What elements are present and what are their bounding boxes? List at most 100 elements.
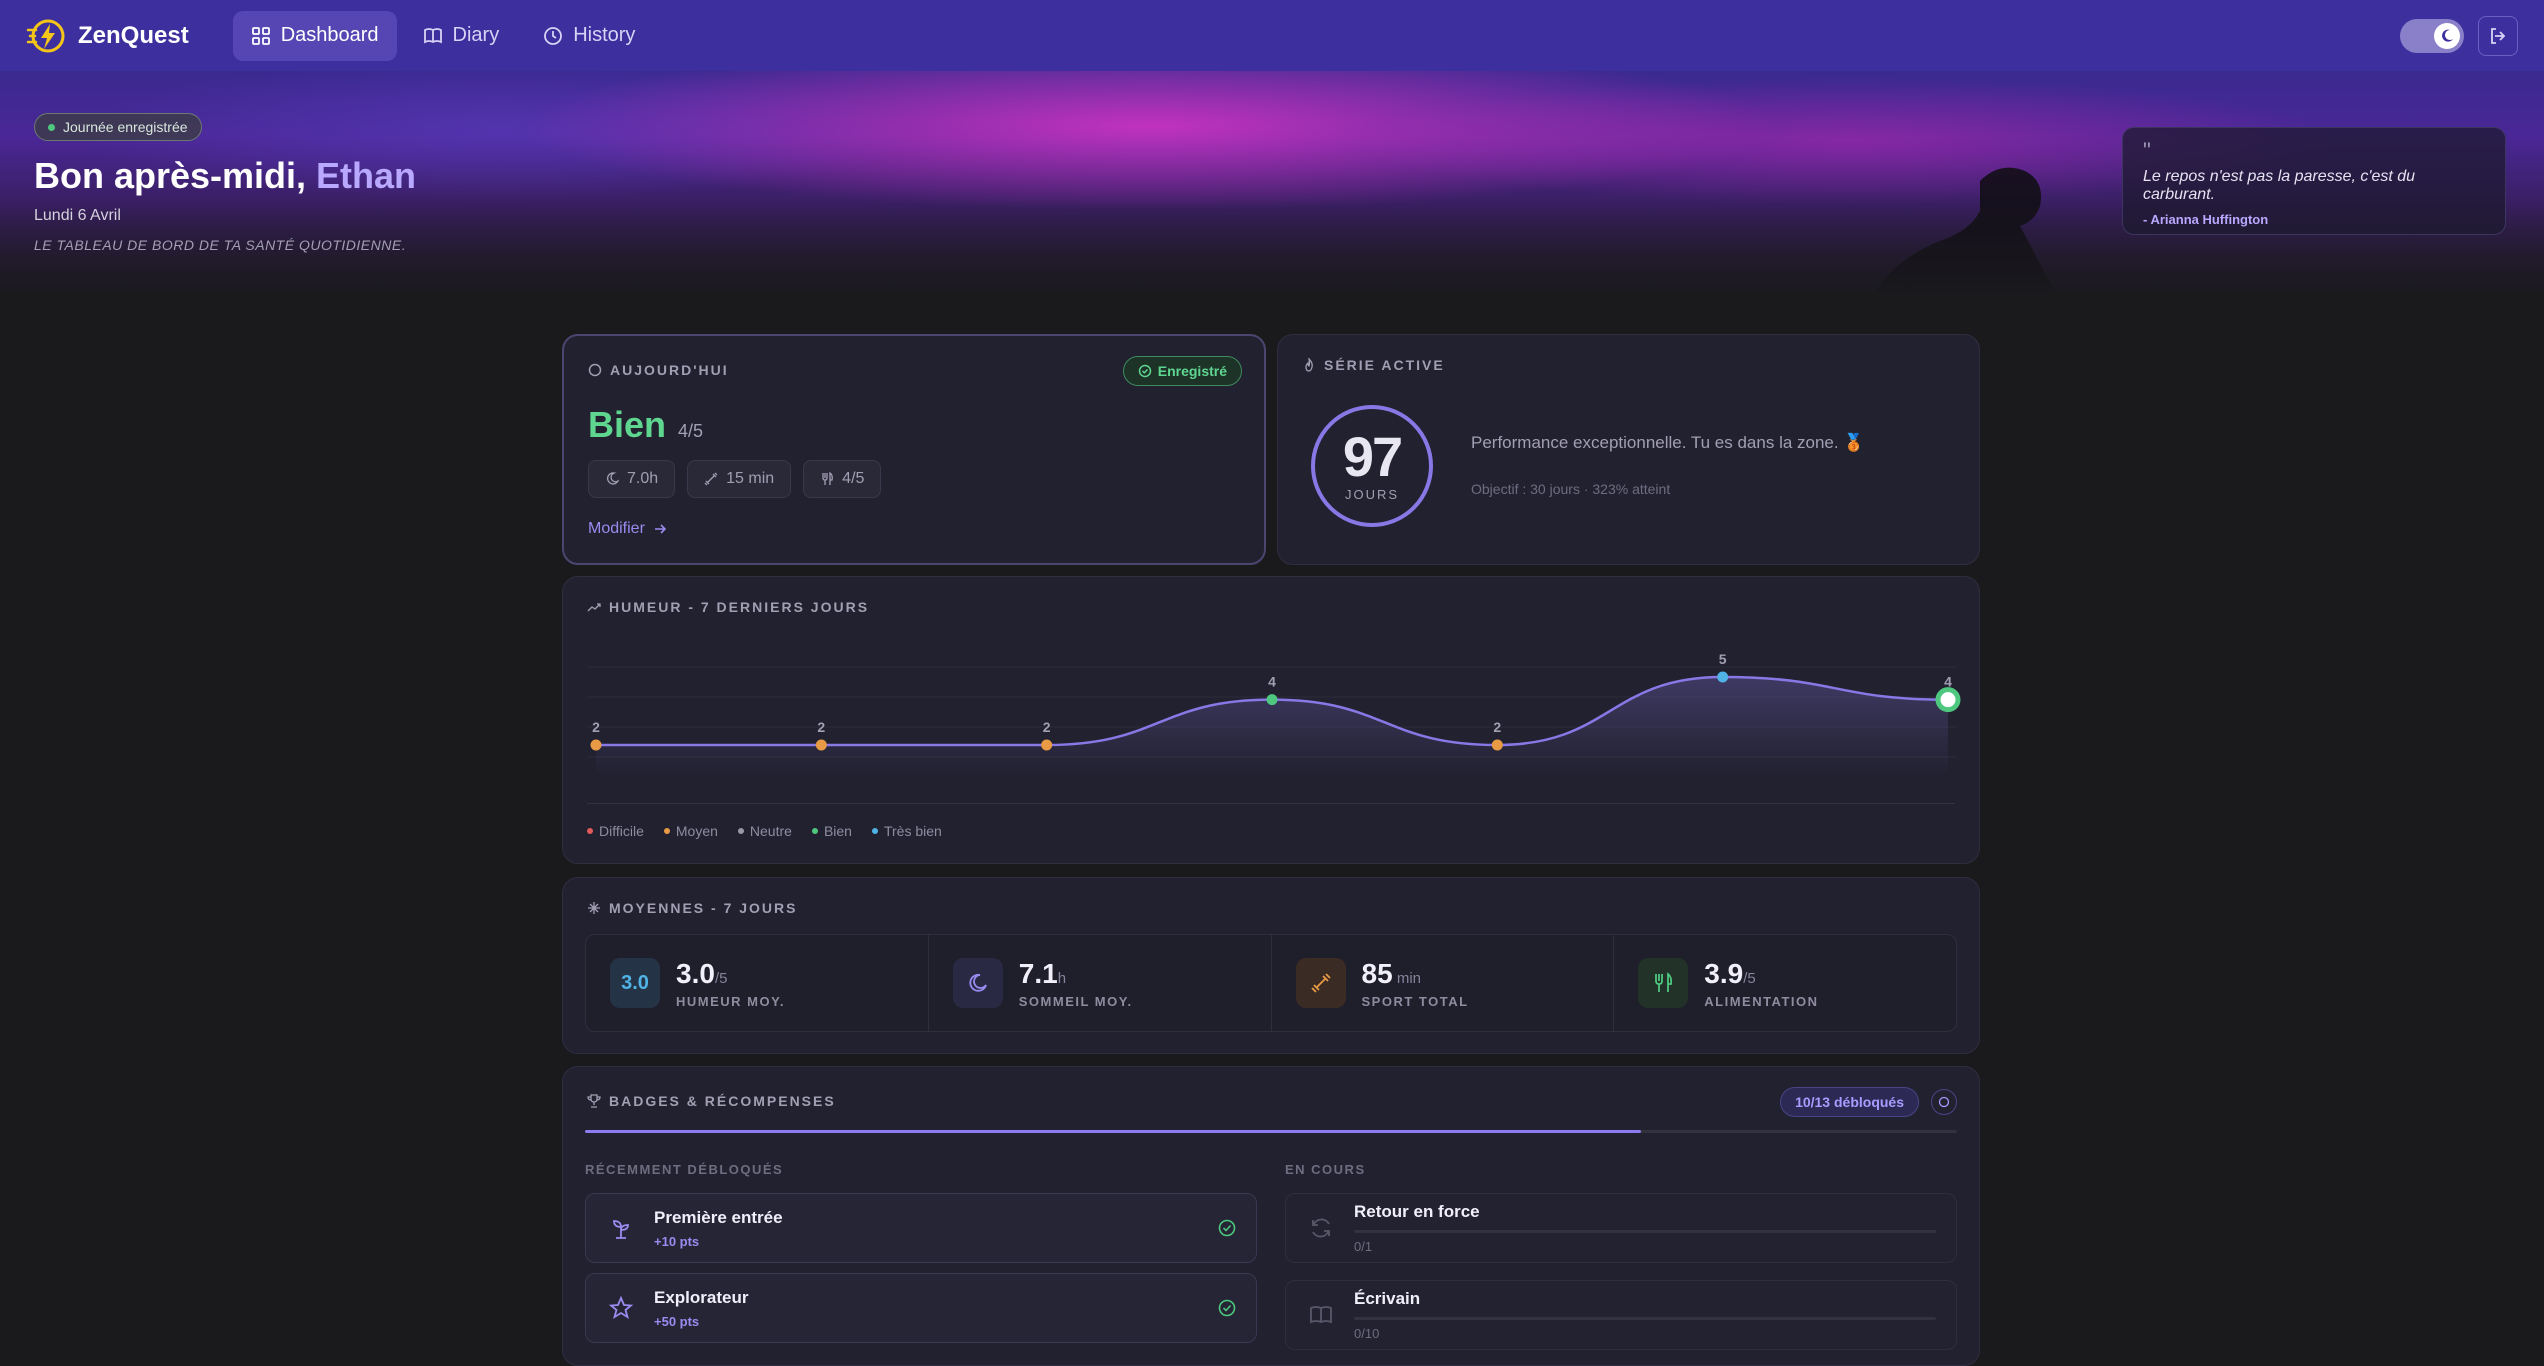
theme-toggle[interactable] xyxy=(2400,18,2464,53)
badges-card: BADGES & RÉCOMPENSES 10/13 débloqués RÉC… xyxy=(562,1066,1980,1366)
streak-days: 97 xyxy=(1342,424,1403,488)
streak-title: SÉRIE ACTIVE xyxy=(1302,357,1445,373)
badge-points: +50 pts xyxy=(654,1313,700,1329)
mood-point[interactable] xyxy=(1491,739,1503,751)
legend-dot xyxy=(587,828,593,834)
logout-icon xyxy=(2491,27,2506,44)
today-title-text: AUJOURD'HUI xyxy=(610,362,729,378)
legend-label: Neutre xyxy=(749,823,792,839)
brand-name: ZenQuest xyxy=(78,21,189,49)
sleep-value: 7.0h xyxy=(627,470,659,487)
mood-chart-card: HUMEUR - 7 DERNIERS JOURS 2Mar2Mer2Jeu4V… xyxy=(562,576,1980,864)
mood-icon: 3.0 xyxy=(610,958,660,1008)
mood-value-label: 4 xyxy=(1944,674,1952,690)
nav-history[interactable]: History xyxy=(525,11,653,61)
badge-name: Explorateur xyxy=(654,1287,749,1307)
avg-food: 3.9/5 ALIMENTATION xyxy=(1614,935,1956,1031)
legend-dot xyxy=(871,828,878,834)
clock-icon xyxy=(544,26,563,45)
mood-value-label: 2 xyxy=(817,719,825,735)
nav-diary[interactable]: Diary xyxy=(405,11,518,61)
user-name: Ethan xyxy=(316,155,417,196)
mood-point[interactable] xyxy=(1717,671,1729,683)
mood-label: Bien xyxy=(588,404,667,445)
greeting-text: Bon après-midi, xyxy=(34,155,317,196)
pill-label: Journée enregistrée xyxy=(63,119,188,135)
nav-dashboard-label: Dashboard xyxy=(280,24,379,46)
refresh-icon xyxy=(1306,1213,1336,1243)
mood-point[interactable] xyxy=(815,739,827,751)
averages-title-text: MOYENNES - 7 JOURS xyxy=(609,900,798,916)
streak-goal: Objectif : 30 jours · 323% atteint xyxy=(1471,481,1671,497)
avg-sport-label: SPORT TOTAL xyxy=(1361,993,1469,1009)
check-circle-icon xyxy=(1138,364,1151,378)
arrow-right-icon xyxy=(654,524,667,534)
sparkle-icon xyxy=(588,902,600,914)
mood-point[interactable] xyxy=(590,739,602,751)
avg-sport-value: 85 xyxy=(1361,957,1393,989)
modify-link[interactable]: Modifier xyxy=(588,520,667,538)
legend-label: Bien xyxy=(823,823,852,839)
nav-dashboard[interactable]: Dashboard xyxy=(232,10,397,61)
badge-progress-value: 0/1 xyxy=(1354,1239,1373,1254)
legend-item: Très bien xyxy=(871,823,942,839)
averages-card: MOYENNES - 7 JOURS 3.0 3.0/5 HUMEUR MOY.… xyxy=(562,877,1980,1054)
avg-food-unit: /5 xyxy=(1743,969,1756,987)
mood-score: 4/5 xyxy=(678,421,704,441)
trophy-icon xyxy=(587,1094,601,1108)
check-circle-icon xyxy=(1218,1219,1236,1237)
status-dot xyxy=(48,123,55,131)
avg-sleep-unit: h xyxy=(1057,969,1067,987)
badge-comeback[interactable]: Retour en force 0/1 xyxy=(1285,1193,1957,1263)
dumbbell-icon xyxy=(1295,958,1346,1008)
top-nav: ZenQuest Dashboard Diary History xyxy=(0,0,2544,71)
streak-message: Performance exceptionnelle. Tu es dans l… xyxy=(1471,433,1865,452)
saved-badge-label: Enregistré xyxy=(1157,363,1227,379)
trend-icon xyxy=(587,603,601,612)
mood-point[interactable] xyxy=(1935,687,1961,713)
badges-help-button[interactable] xyxy=(1931,1089,1957,1115)
avg-sport-unit: min xyxy=(1392,969,1421,987)
logout-button[interactable] xyxy=(2478,15,2518,56)
sport-chip: 15 min xyxy=(687,460,792,498)
nav-history-label: History xyxy=(573,24,636,46)
mood-point[interactable] xyxy=(1041,739,1053,751)
mood-value-label: 4 xyxy=(1268,674,1276,690)
badge-progress-value: 0/10 xyxy=(1354,1326,1380,1341)
info-icon xyxy=(1938,1096,1950,1108)
badge-first-entry[interactable]: Première entrée +10 pts xyxy=(585,1193,1257,1263)
flame-icon xyxy=(1305,358,1313,372)
badge-writer[interactable]: Écrivain 0/10 xyxy=(1285,1280,1957,1350)
modify-label: Modifier xyxy=(588,520,645,537)
brand[interactable]: ZenQuest xyxy=(26,16,189,56)
legend-item: Moyen xyxy=(663,823,718,839)
moon-icon xyxy=(606,472,619,485)
avg-mood-unit: /5 xyxy=(714,969,728,987)
avg-mood-label: HUMEUR MOY. xyxy=(676,993,785,1009)
sleep-chip: 7.0h xyxy=(588,460,676,498)
mood-value-label: 5 xyxy=(1719,651,1727,667)
mood-chart-title-text: HUMEUR - 7 DERNIERS JOURS xyxy=(609,599,870,615)
recent-title: RÉCEMMENT DÉBLOQUÉS xyxy=(585,1162,784,1177)
legend-dot xyxy=(663,828,670,834)
streak-title-text: SÉRIE ACTIVE xyxy=(1324,357,1445,373)
today-card: AUJOURD'HUI Enregistré Bien 4/5 7.0h 15 … xyxy=(562,334,1266,565)
mood-point[interactable] xyxy=(1266,694,1278,706)
sport-value: 15 min xyxy=(726,470,775,487)
badge-name: Première entrée xyxy=(654,1207,783,1227)
badge-explorer[interactable]: Explorateur +50 pts xyxy=(585,1273,1257,1343)
badges-title-text: BADGES & RÉCOMPENSES xyxy=(609,1093,836,1109)
badges-progress xyxy=(585,1130,1957,1133)
avg-mood-value: 3.0 xyxy=(676,957,715,989)
streak-card: SÉRIE ACTIVE 97 JOURS Performance except… xyxy=(1277,334,1980,565)
badge-progress-bar xyxy=(1354,1317,1936,1320)
legend-label: Très bien xyxy=(883,823,942,839)
badges-title: BADGES & RÉCOMPENSES xyxy=(587,1093,836,1109)
streak-unit: JOURS xyxy=(1344,486,1400,502)
quote-author: - Arianna Huffington xyxy=(2143,212,2269,227)
mood-area xyxy=(596,677,1948,775)
quote-text: Le repos n'est pas la paresse, c'est du … xyxy=(2143,168,2416,203)
badge-progress-bar xyxy=(1354,1230,1936,1233)
legend-item: Bien xyxy=(811,823,852,839)
avg-sleep-value: 7.1 xyxy=(1018,957,1058,989)
